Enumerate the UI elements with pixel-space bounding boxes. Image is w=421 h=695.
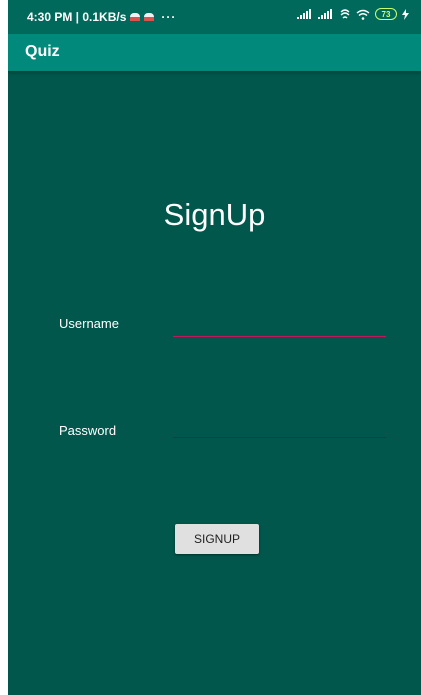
- status-time-speed: 4:30 PM | 0.1KB/s: [27, 10, 127, 24]
- sync-icon: [339, 8, 351, 20]
- app-title: Quiz: [25, 43, 60, 60]
- username-input[interactable]: [173, 314, 386, 337]
- wifi-icon: [356, 9, 370, 20]
- charging-icon: [402, 8, 409, 20]
- username-label: Username: [59, 316, 119, 331]
- battery-icon: 73: [375, 8, 397, 20]
- signal-icon: [297, 9, 313, 19]
- signal-icon: [318, 9, 334, 19]
- status-left: 4:30 PM | 0.1KB/s ···: [27, 10, 176, 24]
- status-bar: 4:30 PM | 0.1KB/s ··· 73: [8, 0, 421, 34]
- status-right: 73: [297, 8, 409, 20]
- app-bar: Quiz: [8, 34, 421, 71]
- password-input[interactable]: [173, 415, 386, 438]
- signup-button[interactable]: SIGNUP: [175, 524, 259, 554]
- password-label: Password: [59, 423, 117, 438]
- notification-icon: [144, 13, 155, 21]
- notification-icon: [130, 13, 141, 21]
- phone-screen: 4:30 PM | 0.1KB/s ··· 73 Quiz SignUp Use…: [8, 0, 421, 695]
- page-title: SignUp: [163, 197, 266, 232]
- more-notifications-icon: ···: [161, 10, 177, 24]
